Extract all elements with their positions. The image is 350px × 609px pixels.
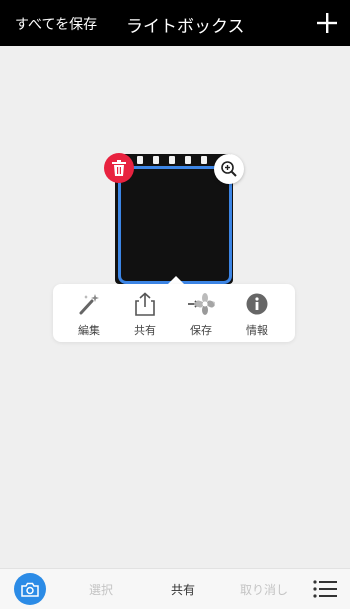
menu-item-share[interactable]: 共有 [117,292,173,338]
trash-icon [112,160,126,176]
share-icon [135,292,155,316]
cancel-button[interactable]: 取り消し [240,581,288,598]
photos-icon [188,293,215,315]
zoom-button[interactable] [214,154,244,184]
camera-icon [21,582,39,597]
plus-icon[interactable] [316,12,338,34]
menu-item-label: 共有 [134,324,156,337]
delete-button[interactable] [104,153,134,183]
film-hole [153,156,159,164]
top-bar: すべてを保存 ライトボックス [0,0,350,46]
photo-action-menu: 編集 共有 保存 情報 [53,284,295,342]
bottom-toolbar: 選択 共有 取り消し [0,568,350,609]
menu-item-label: 編集 [78,324,100,337]
photo-frame[interactable] [118,166,232,284]
menu-item-label: 情報 [246,324,268,337]
page-title: ライトボックス [126,17,245,37]
menu-item-label: 保存 [190,324,212,337]
magic-wand-icon [79,294,99,315]
share-button[interactable]: 共有 [171,581,195,598]
zoom-in-icon [221,161,237,177]
list-icon[interactable] [313,579,337,599]
film-hole [137,156,143,164]
film-hole [169,156,175,164]
menu-item-edit[interactable]: 編集 [61,292,117,338]
menu-item-save[interactable]: 保存 [173,292,229,338]
save-all-button[interactable]: すべてを保存 [15,14,97,34]
film-hole [201,156,207,164]
camera-button[interactable] [14,573,46,605]
menu-item-info[interactable]: 情報 [229,292,285,338]
film-perforations [137,156,217,166]
info-icon [246,293,268,315]
select-button[interactable]: 選択 [89,581,113,598]
film-hole [185,156,191,164]
